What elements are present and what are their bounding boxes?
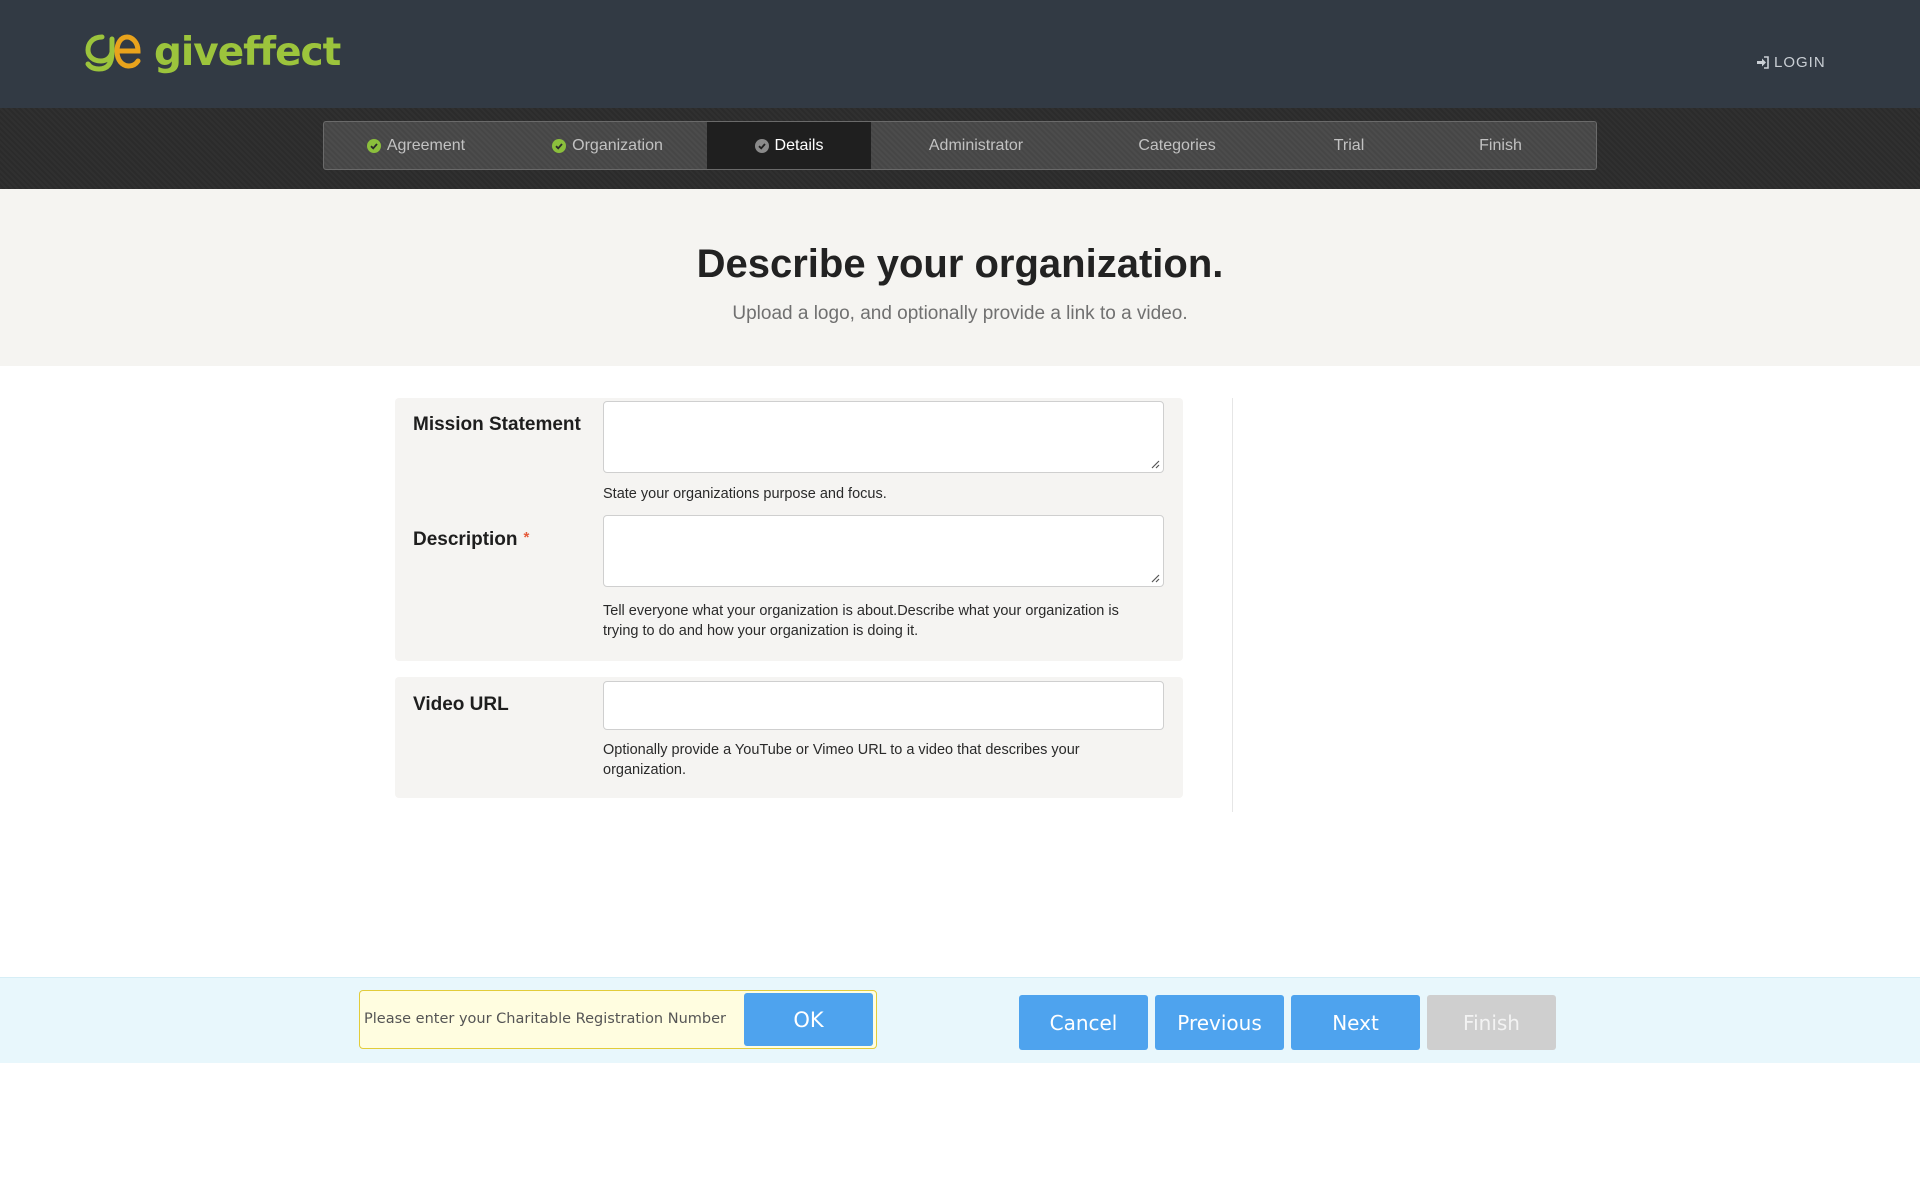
step-trial[interactable]: Trial: [1273, 122, 1425, 169]
step-organization[interactable]: Organization: [508, 122, 707, 169]
login-link[interactable]: LOGIN: [1756, 54, 1826, 71]
registration-number-prompt: Please enter your Charitable Registratio…: [364, 1011, 726, 1027]
step-agreement[interactable]: Agreement: [324, 122, 508, 169]
mission-statement-help: State your organizations purpose and foc…: [603, 486, 887, 502]
step-label: Finish: [1479, 136, 1522, 154]
wizard-steps: Agreement Organization Details Administr…: [323, 121, 1597, 170]
login-label: LOGIN: [1774, 54, 1826, 71]
ge-logo-mark-icon: [85, 33, 141, 72]
step-administrator[interactable]: Administrator: [871, 122, 1081, 169]
video-url-input[interactable]: [603, 681, 1164, 730]
step-categories[interactable]: Categories: [1081, 122, 1273, 169]
description-label: Description *: [413, 529, 529, 551]
check-circle-icon: [552, 138, 567, 153]
next-button[interactable]: Next: [1291, 995, 1420, 1050]
ok-button[interactable]: OK: [744, 993, 873, 1046]
video-url-help: Optionally provide a YouTube or Vimeo UR…: [603, 742, 1080, 778]
video-form-panel: Video URL Optionally provide a YouTube o…: [395, 677, 1183, 798]
page-hero: Describe your organization. Upload a log…: [0, 189, 1920, 366]
brand-logo[interactable]: giveffect: [84, 30, 341, 75]
page-subtitle: Upload a logo, and optionally provide a …: [732, 303, 1188, 324]
step-label: Details: [774, 136, 824, 154]
resize-grip-icon: [1151, 574, 1160, 583]
mission-statement-textarea[interactable]: [603, 401, 1164, 473]
required-marker: *: [523, 529, 530, 546]
mission-statement-label: Mission Statement: [413, 414, 581, 435]
description-textarea[interactable]: [603, 515, 1164, 587]
finish-button: Finish: [1427, 995, 1556, 1050]
sign-in-icon: [1757, 56, 1769, 69]
circle-icon: [754, 138, 769, 153]
brand-name: giveffect: [154, 30, 341, 75]
page-title: Describe your organization.: [696, 242, 1224, 286]
details-form-panel: Mission Statement State your organizatio…: [395, 398, 1183, 661]
action-bar: [0, 977, 1920, 1063]
resize-grip-icon: [1151, 460, 1160, 469]
step-label: Agreement: [386, 136, 466, 154]
column-divider: [1232, 398, 1233, 812]
video-url-label: Video URL: [413, 694, 509, 715]
step-label: Categories: [1138, 136, 1216, 154]
cancel-button[interactable]: Cancel: [1019, 995, 1148, 1050]
description-help: Tell everyone what your organization is …: [603, 603, 1119, 639]
step-details[interactable]: Details: [707, 122, 871, 169]
step-finish[interactable]: Finish: [1425, 122, 1576, 169]
check-circle-icon: [366, 138, 381, 153]
step-label: Trial: [1333, 136, 1365, 154]
step-label: Organization: [572, 136, 663, 154]
description-label-text: Description: [413, 529, 518, 550]
step-label: Administrator: [928, 136, 1024, 154]
previous-button[interactable]: Previous: [1155, 995, 1284, 1050]
